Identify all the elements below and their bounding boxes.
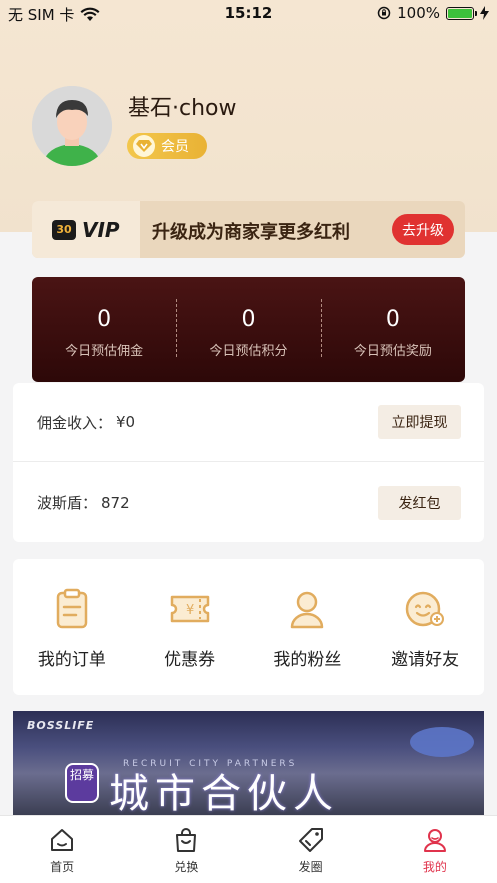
avatar-image xyxy=(32,86,112,166)
commission-label: 佣金收入： xyxy=(37,413,113,432)
home-icon xyxy=(51,829,74,851)
status-bar: 无 SIM 卡 15:12 100% xyxy=(0,0,497,28)
menu-item-coupons[interactable]: ¥ 优惠券 xyxy=(131,587,249,695)
stat-value: 0 xyxy=(97,307,112,332)
bosdun-value: 872 xyxy=(101,493,130,512)
vip-label: VIP xyxy=(82,217,120,242)
menu-label: 我的订单 xyxy=(37,650,106,670)
quick-menu: 我的订单 ¥ 优惠券 我的粉丝 邀请好友 xyxy=(13,559,484,695)
stat-reward[interactable]: 0 今日预估奖励 xyxy=(320,277,465,382)
tab-mine[interactable]: 我的 xyxy=(373,816,497,883)
stat-label: 今日预估积分 xyxy=(209,344,288,359)
banner-badge: 招募 xyxy=(65,763,99,803)
tab-moments[interactable]: 发圈 xyxy=(249,816,373,883)
coupon-icon: ¥ xyxy=(170,595,209,623)
wallet-card: 佣金收入： ¥0 立即提现 波斯盾： 872 发红包 xyxy=(13,383,484,542)
person-icon xyxy=(291,591,324,629)
withdraw-button[interactable]: 立即提现 xyxy=(378,405,461,439)
stat-label: 今日预估奖励 xyxy=(353,344,432,359)
tab-home[interactable]: 首页 xyxy=(0,816,124,883)
vip-logo-icon: 30 xyxy=(52,219,76,240)
menu-item-invite[interactable]: 邀请好友 xyxy=(366,587,484,695)
stat-value: 0 xyxy=(385,307,400,332)
tab-label: 我的 xyxy=(422,860,447,874)
stat-points[interactable]: 0 今日预估积分 xyxy=(176,277,320,382)
battery-percent: 100% xyxy=(397,4,440,22)
vip-banner[interactable]: 30 VIP 升级成为商家享更多红利 去升级 xyxy=(32,201,465,258)
bag-icon xyxy=(176,828,197,852)
tab-label: 首页 xyxy=(50,860,75,874)
menu-item-orders[interactable]: 我的订单 xyxy=(13,587,131,695)
promo-banner[interactable]: BOSSLIFE RECRUIT CITY PARTNERS 招募 城市合伙人 xyxy=(13,711,484,815)
tab-bar: 首页 兑换 发圈 我的 xyxy=(0,815,497,883)
smiley-add-icon xyxy=(405,591,445,627)
upgrade-button[interactable]: 去升级 xyxy=(392,214,454,245)
stats-card: 0 今日预估佣金 0 今日预估积分 0 今日预估奖励 xyxy=(32,277,465,382)
stat-value: 0 xyxy=(241,307,256,332)
battery-icon xyxy=(446,6,477,20)
menu-label: 我的粉丝 xyxy=(273,650,342,670)
menu-label: 邀请好友 xyxy=(391,650,460,670)
red-packet-button[interactable]: 发红包 xyxy=(378,485,461,520)
username: 基石·chow xyxy=(128,96,237,121)
commission-row: 佣金收入： ¥0 立即提现 xyxy=(13,383,484,462)
clipboard-icon xyxy=(56,588,88,629)
diamond-icon xyxy=(133,135,155,157)
banner-title: 城市合伙人 xyxy=(109,771,339,815)
vip-message: 升级成为商家享更多红利 xyxy=(152,222,350,243)
svg-text:¥: ¥ xyxy=(186,603,194,618)
orientation-lock-icon xyxy=(377,6,391,20)
tab-label: 发圈 xyxy=(298,860,323,874)
member-badge-label: 会员 xyxy=(161,139,189,155)
bosdun-row: 波斯盾： 872 发红包 xyxy=(13,463,484,542)
banner-brand: BOSSLIFE xyxy=(27,719,95,732)
commission-value: ¥0 xyxy=(116,413,136,431)
menu-item-fans[interactable]: 我的粉丝 xyxy=(249,587,367,695)
planet-decoration xyxy=(410,727,474,757)
stat-commission[interactable]: 0 今日预估佣金 xyxy=(32,277,176,382)
member-badge: 会员 xyxy=(127,133,207,159)
avatar[interactable] xyxy=(32,86,112,166)
bosdun-label: 波斯盾： xyxy=(37,494,98,512)
tab-exchange[interactable]: 兑换 xyxy=(124,816,248,883)
menu-label: 优惠券 xyxy=(164,650,216,670)
user-icon xyxy=(423,829,446,852)
stat-label: 今日预估佣金 xyxy=(65,344,144,359)
charging-icon xyxy=(480,6,489,20)
tag-icon xyxy=(298,828,323,852)
tab-label: 兑换 xyxy=(174,860,199,874)
